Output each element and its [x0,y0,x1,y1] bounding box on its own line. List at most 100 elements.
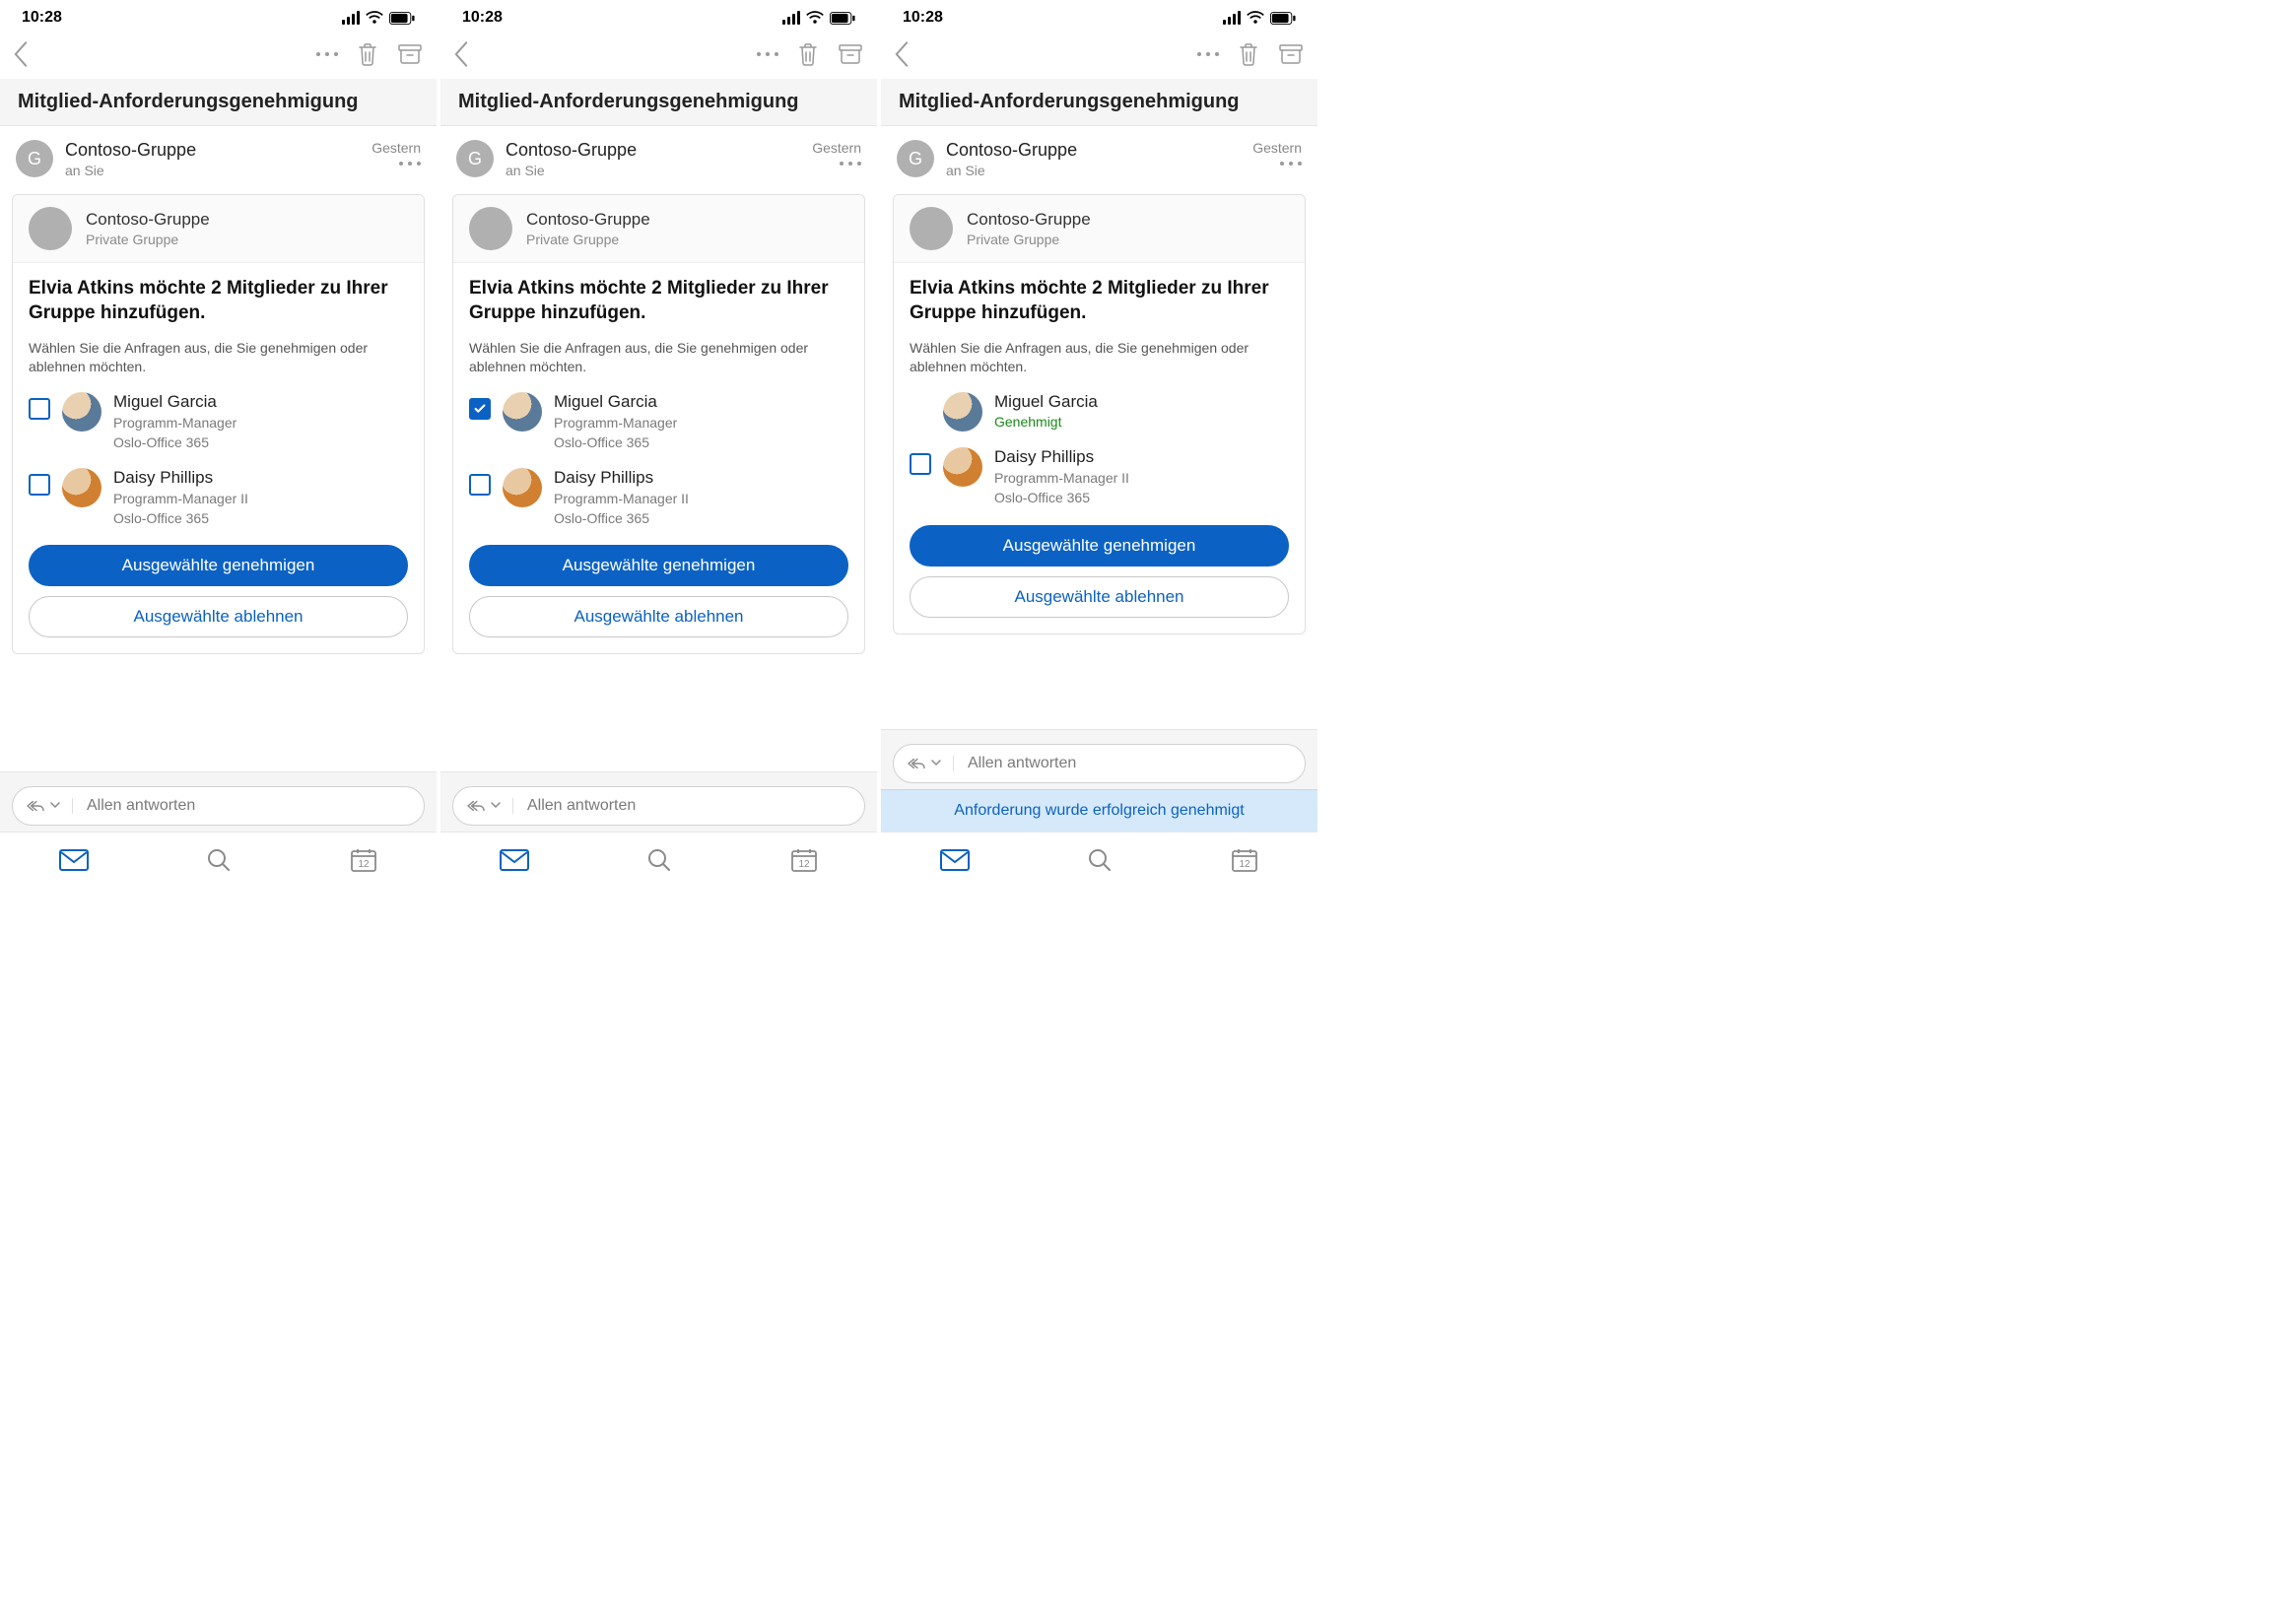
reply-placeholder: Allen antworten [73,797,424,815]
battery-icon [830,12,855,25]
message-more-button[interactable] [371,162,421,166]
delete-button[interactable] [796,41,820,67]
phone-screen: 10:28 [881,0,1317,887]
member-row: Daisy Phillips Programm-Manager II Oslo-… [910,447,1289,506]
archive-button[interactable] [1278,42,1304,66]
recipient-label: an Sie [506,163,800,178]
svg-text:12: 12 [799,859,811,870]
delete-button[interactable] [356,41,379,67]
group-header[interactable]: Contoso-Gruppe Private Gruppe [453,195,864,263]
sender-name[interactable]: Contoso-Gruppe [65,140,360,161]
approve-selected-button[interactable]: Ausgewählte genehmigen [29,545,408,586]
reject-selected-button[interactable]: Ausgewählte ablehnen [469,596,848,637]
approve-selected-button[interactable]: Ausgewählte genehmigen [469,545,848,586]
reply-input[interactable]: Allen antworten [452,786,865,826]
message-header: G Contoso-Gruppe an Sie Gestern [440,126,877,188]
request-title: Elvia Atkins möchte 2 Mitglieder zu Ihre… [29,277,408,325]
group-name: Contoso-Gruppe [967,210,1091,230]
svg-text:12: 12 [1240,859,1251,870]
more-options-button[interactable] [1197,52,1219,56]
tab-mail[interactable] [59,849,89,871]
member-office: Oslo-Office 365 [554,433,848,451]
tab-mail[interactable] [500,849,529,871]
message-more-button[interactable] [812,162,861,166]
battery-icon [389,12,415,25]
back-button[interactable] [891,41,912,67]
svg-text:12: 12 [359,859,371,870]
back-button[interactable] [450,41,472,67]
member-avatar[interactable] [62,468,101,507]
tab-search[interactable] [1087,847,1113,873]
member-checkbox[interactable] [469,474,491,496]
member-status-approved: Genehmigt [994,414,1289,430]
phone-screen: 10:28 [440,0,877,887]
reply-mode-button[interactable] [13,798,73,814]
group-header[interactable]: Contoso-Gruppe Private Gruppe [894,195,1305,263]
member-role: Programm-Manager [113,414,408,432]
tab-calendar[interactable]: 12 [1231,847,1258,873]
reject-selected-button[interactable]: Ausgewählte ablehnen [910,576,1289,618]
message-date: Gestern [371,140,421,156]
back-button[interactable] [10,41,32,67]
status-icons [342,11,415,25]
approve-selected-button[interactable]: Ausgewählte genehmigen [910,525,1289,567]
group-type: Private Gruppe [526,232,650,247]
more-options-button[interactable] [316,52,338,56]
nav-bar [0,35,437,79]
request-instruction: Wählen Sie die Anfragen aus, die Sie gen… [469,339,848,376]
reply-all-icon [25,798,46,814]
email-subject: Mitglied-Anforderungsgenehmigung [0,79,437,126]
wifi-icon [806,11,824,25]
member-avatar[interactable] [943,447,982,487]
member-role: Programm-Manager II [994,469,1289,487]
reply-area: Allen antworten [440,771,877,832]
status-icons [782,11,855,25]
message-date: Gestern [1252,140,1302,156]
tab-calendar[interactable]: 12 [350,847,377,873]
more-options-button[interactable] [757,52,778,56]
reject-selected-button[interactable]: Ausgewählte ablehnen [29,596,408,637]
sender-avatar[interactable]: G [897,140,934,177]
wifi-icon [366,11,383,25]
sender-avatar[interactable]: G [16,140,53,177]
member-avatar[interactable] [62,392,101,432]
sender-name[interactable]: Contoso-Gruppe [506,140,800,161]
reply-input[interactable]: Allen antworten [893,744,1306,783]
cellular-signal-icon [782,11,800,25]
tab-calendar[interactable]: 12 [790,847,818,873]
delete-button[interactable] [1237,41,1260,67]
reply-mode-button[interactable] [453,798,513,814]
member-checkbox[interactable] [469,398,491,420]
member-office: Oslo-Office 365 [113,509,408,527]
tab-search[interactable] [646,847,672,873]
reply-all-icon [906,756,927,771]
bottom-tab-bar: 12 [440,832,877,887]
status-bar: 10:28 [440,0,877,35]
member-name: Daisy Phillips [113,468,408,488]
status-clock: 10:28 [903,9,943,27]
archive-button[interactable] [838,42,863,66]
nav-bar [881,35,1317,79]
request-title: Elvia Atkins möchte 2 Mitglieder zu Ihre… [469,277,848,325]
group-name: Contoso-Gruppe [86,210,210,230]
member-role: Programm-Manager II [113,490,408,507]
reply-mode-button[interactable] [894,756,954,771]
member-avatar[interactable] [503,468,542,507]
reply-input[interactable]: Allen antworten [12,786,425,826]
member-avatar[interactable] [943,392,982,432]
sender-name[interactable]: Contoso-Gruppe [946,140,1241,161]
cellular-signal-icon [342,11,360,25]
member-checkbox[interactable] [29,398,50,420]
archive-button[interactable] [397,42,423,66]
member-name: Miguel Garcia [994,392,1289,412]
member-name: Daisy Phillips [994,447,1289,467]
member-checkbox[interactable] [910,453,931,475]
request-instruction: Wählen Sie die Anfragen aus, die Sie gen… [29,339,408,376]
sender-avatar[interactable]: G [456,140,494,177]
member-checkbox[interactable] [29,474,50,496]
tab-search[interactable] [206,847,232,873]
group-header[interactable]: Contoso-Gruppe Private Gruppe [13,195,424,263]
member-avatar[interactable] [503,392,542,432]
tab-mail[interactable] [940,849,970,871]
message-more-button[interactable] [1252,162,1302,166]
